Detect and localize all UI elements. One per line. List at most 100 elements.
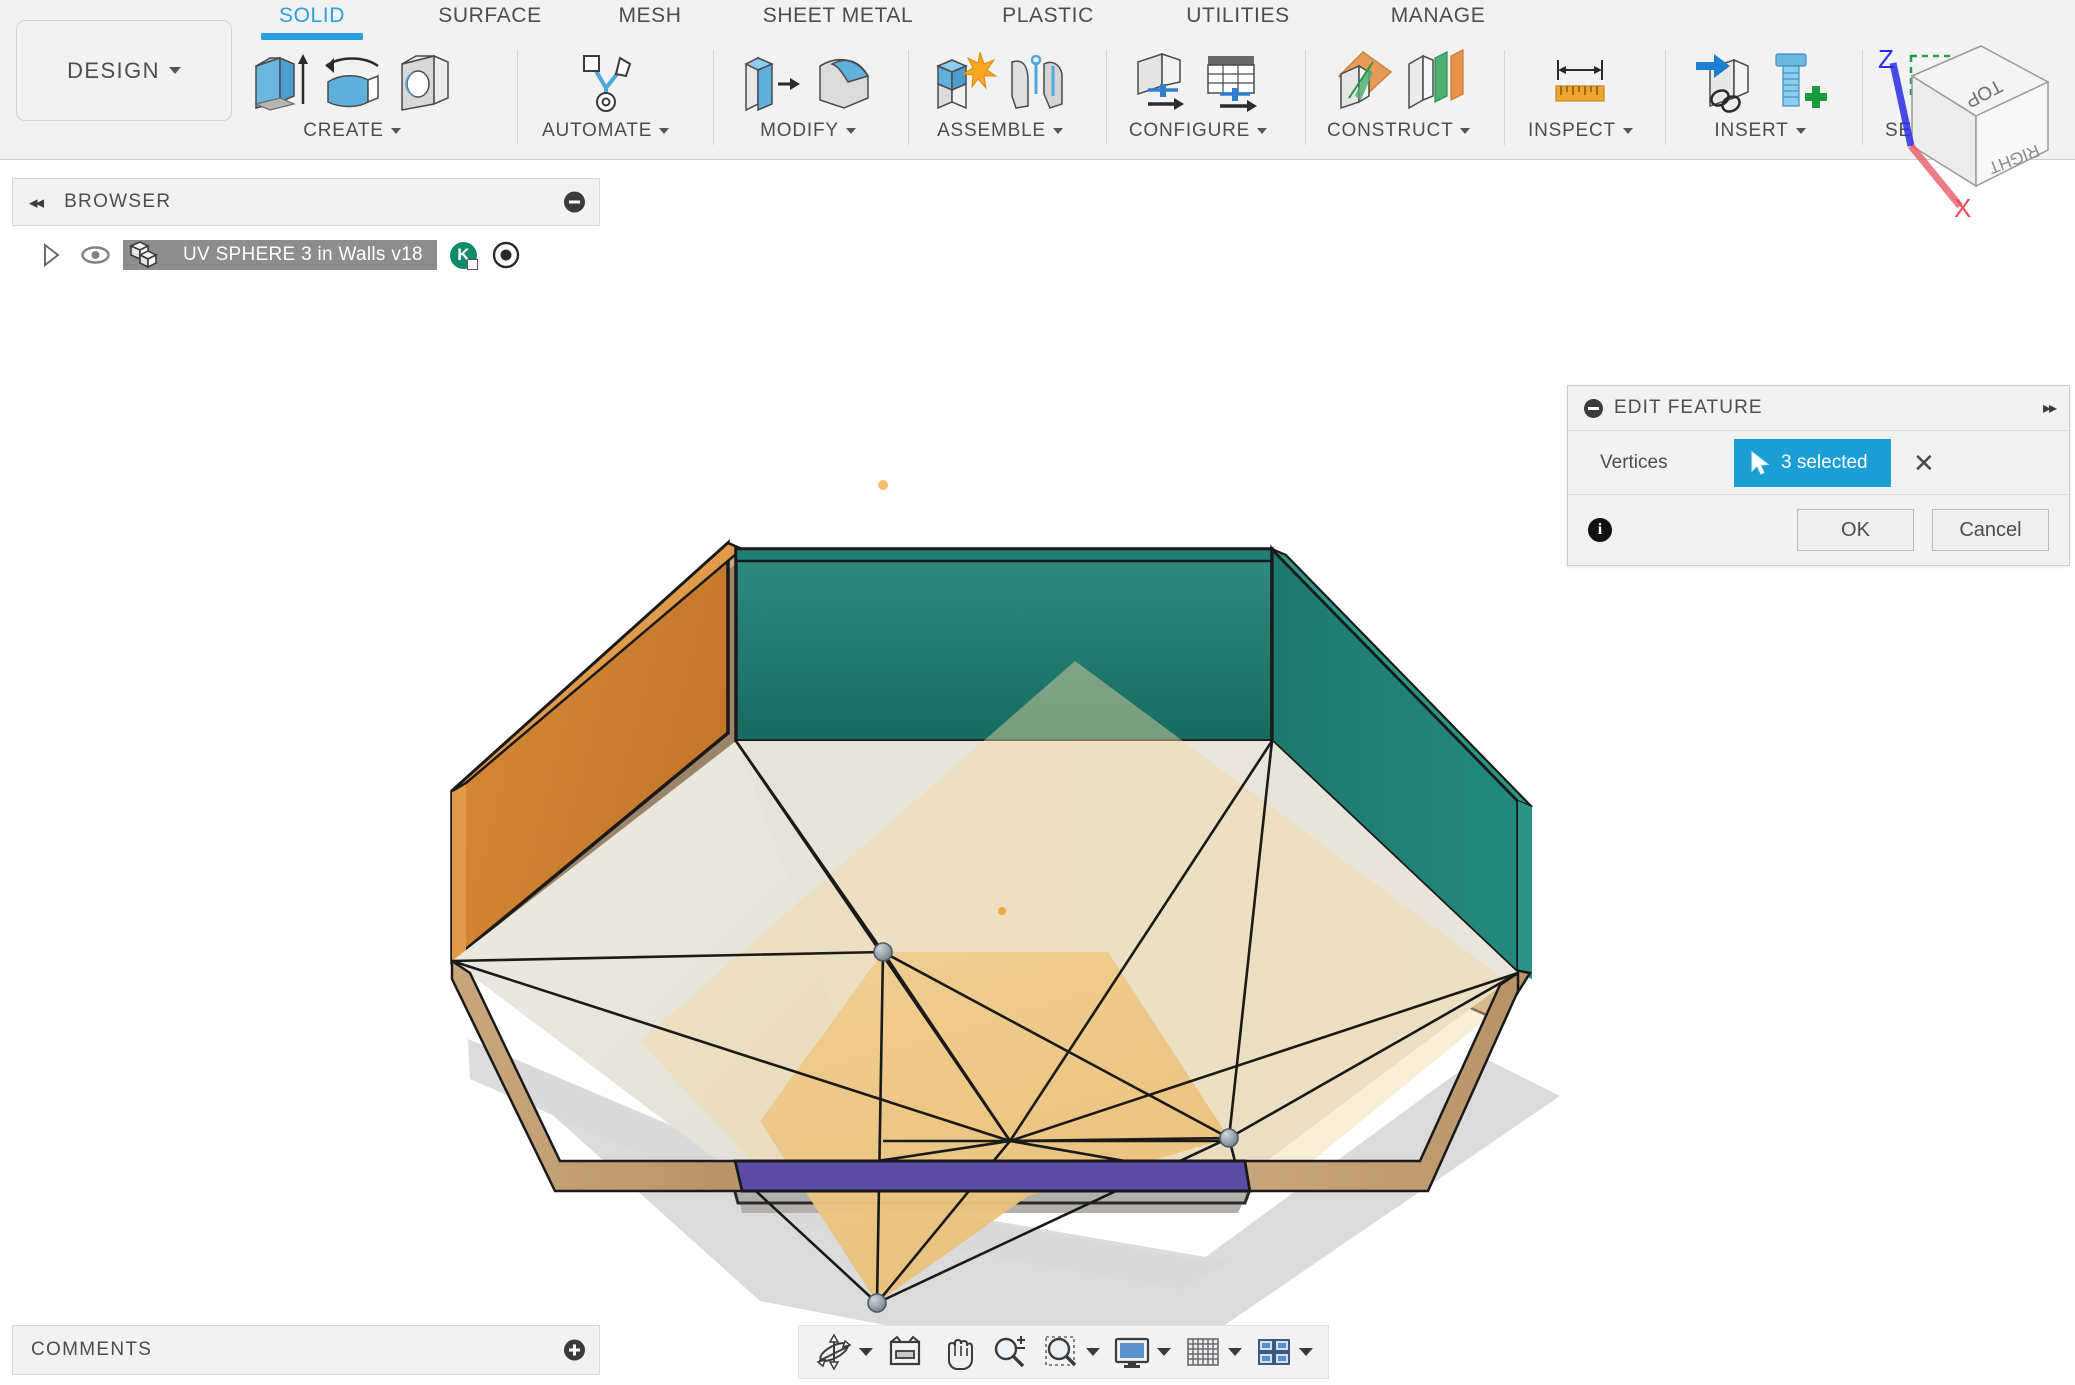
panel-assemble: ASSEMBLE [930, 40, 1070, 150]
pan-hand-icon [948, 1338, 973, 1370]
browser-node-chip[interactable]: UV SPHERE 3 in Walls v18 [123, 240, 437, 270]
tree-row[interactable]: UV SPHERE 3 in Walls v18 K [12, 236, 600, 274]
clear-x-icon[interactable]: ✕ [1913, 450, 1935, 476]
tab-mesh[interactable]: MESH [580, 4, 720, 28]
browser-tree: UV SPHERE 3 in Walls v18 K [12, 226, 600, 274]
panel-divider [1305, 50, 1306, 145]
chevron-down-icon[interactable] [859, 1348, 873, 1356]
measure-icon[interactable] [1546, 46, 1614, 116]
panel-configure-dropdown[interactable]: CONFIGURE [1129, 120, 1268, 142]
zoom-tool[interactable] [984, 1332, 1034, 1372]
viewports-tool[interactable] [1249, 1332, 1318, 1372]
panel-create: CREATE [246, 40, 458, 150]
configuration-icon[interactable] [1128, 46, 1196, 116]
panel-insert-dropdown[interactable]: INSERT [1714, 120, 1806, 142]
revolve-icon[interactable] [318, 46, 386, 116]
tab-sheet-metal[interactable]: SHEET METAL [718, 4, 958, 28]
panel-automate-dropdown[interactable]: AUTOMATE [542, 120, 670, 142]
artifact-dot-upper [878, 480, 888, 490]
vertices-selection-chip[interactable]: 3 selected [1734, 438, 1891, 487]
panel-divider [713, 50, 714, 145]
panel-insert: INSERT [1690, 40, 1830, 150]
info-icon[interactable]: i [1588, 518, 1612, 542]
tab-solid[interactable]: SOLID [232, 4, 392, 40]
display-settings-tool[interactable] [1107, 1332, 1176, 1372]
view-cube[interactable]: TOP RIGHT Z X [1850, 28, 2065, 223]
edit-feature-dialog[interactable]: EDIT FEATURE ▸▸ Vertices 3 selected ✕ i … [1567, 385, 2070, 566]
radio-target-icon[interactable] [491, 240, 521, 270]
plus-circle-icon[interactable] [564, 1339, 585, 1361]
chevron-down-icon[interactable] [1228, 1348, 1242, 1356]
eye-icon[interactable] [81, 245, 110, 265]
cancel-button[interactable]: Cancel [1932, 509, 2049, 551]
edit-feature-body: Vertices 3 selected ✕ [1568, 431, 2069, 495]
panel-inspect-icons [1546, 40, 1614, 116]
tab-plastic[interactable]: PLASTIC [958, 4, 1138, 28]
browser-header: ◂◂ BROWSER [12, 178, 600, 226]
tab-utilities[interactable]: UTILITIES [1138, 4, 1338, 28]
midplane-icon[interactable] [1401, 46, 1469, 116]
automated-modeling-icon[interactable] [572, 46, 640, 116]
fit-view-tool[interactable] [880, 1332, 930, 1372]
extrude-icon[interactable] [246, 46, 314, 116]
panel-insert-icons [1690, 40, 1830, 116]
panel-divider [1665, 50, 1666, 145]
grid-snaps-tool[interactable] [1178, 1332, 1247, 1372]
chevron-down-icon[interactable] [1157, 1348, 1171, 1356]
panel-modify-dropdown[interactable]: MODIFY [760, 120, 856, 142]
vertex-marker[interactable] [1219, 1128, 1239, 1148]
tab-mesh-label: MESH [618, 4, 682, 27]
panel-assemble-icons [930, 40, 1070, 116]
mcmaster-part-icon[interactable] [1762, 46, 1830, 116]
wall-left-rim [452, 783, 466, 961]
panel-inspect-dropdown[interactable]: INSPECT [1528, 120, 1633, 142]
ok-button[interactable]: OK [1797, 509, 1914, 551]
offset-plane-icon[interactable] [1329, 46, 1397, 116]
chevron-down-icon[interactable] [1299, 1348, 1313, 1356]
chevron-down-icon[interactable] [1086, 1348, 1100, 1356]
wall-top-teal-inner [734, 547, 1274, 743]
comments-title: COMMENTS [31, 1339, 153, 1360]
hole-icon[interactable] [390, 46, 458, 116]
configuration-table-icon[interactable] [1200, 46, 1268, 116]
panel-divider [1504, 50, 1505, 145]
fillet-icon[interactable] [810, 46, 878, 116]
minus-circle-icon[interactable] [564, 191, 585, 213]
tab-manage-label: MANAGE [1390, 4, 1486, 27]
tab-surface[interactable]: SURFACE [400, 4, 580, 28]
panel-construct-dropdown[interactable]: CONSTRUCT [1327, 120, 1471, 142]
ribbon-tab-row: SOLID SURFACE MESH SHEET METAL PLASTIC U… [0, 0, 2075, 40]
insert-derive-icon[interactable] [1690, 46, 1758, 116]
comments-panel: COMMENTS [12, 1325, 600, 1375]
edit-feature-footer: i OK Cancel [1568, 495, 2069, 565]
chevron-down-icon [659, 128, 670, 134]
minus-circle-icon[interactable] [1584, 398, 1603, 418]
double-chevron-right-icon[interactable]: ▸▸ [2043, 398, 2057, 418]
new-component-icon[interactable] [930, 46, 998, 116]
pan-tool[interactable] [932, 1332, 982, 1372]
double-chevron-left-icon[interactable]: ◂◂ [29, 194, 44, 211]
expand-triangle-icon[interactable] [42, 243, 61, 267]
view-cube-body[interactable]: TOP RIGHT [1910, 45, 2050, 188]
3d-viewport[interactable] [0, 161, 2075, 1385]
zoom-window-tool[interactable] [1036, 1332, 1105, 1372]
workspace-selector-button[interactable]: DESIGN [16, 20, 232, 121]
orbit-tool[interactable] [809, 1332, 878, 1372]
vertex-marker[interactable] [867, 1293, 887, 1313]
panel-inspect: INSPECT [1528, 40, 1633, 150]
vertices-selection-label: 3 selected [1781, 451, 1868, 473]
base-purple-strip [733, 1159, 1252, 1193]
panel-create-dropdown[interactable]: CREATE [303, 120, 401, 142]
vertex-marker[interactable] [873, 942, 893, 962]
joint-icon[interactable] [1002, 46, 1070, 116]
panel-assemble-dropdown[interactable]: ASSEMBLE [937, 120, 1063, 142]
browser-title: BROWSER [64, 191, 172, 212]
orbit-icon [816, 1333, 852, 1371]
press-pull-icon[interactable] [738, 46, 806, 116]
panel-construct: CONSTRUCT [1327, 40, 1471, 150]
ribbon: SOLID SURFACE MESH SHEET METAL PLASTIC U… [0, 0, 2075, 160]
component-badge-k[interactable]: K [449, 241, 478, 270]
viewports-icon [1258, 1339, 1290, 1365]
edit-feature-header: EDIT FEATURE ▸▸ [1568, 386, 2069, 431]
tab-manage[interactable]: MANAGE [1338, 4, 1538, 28]
